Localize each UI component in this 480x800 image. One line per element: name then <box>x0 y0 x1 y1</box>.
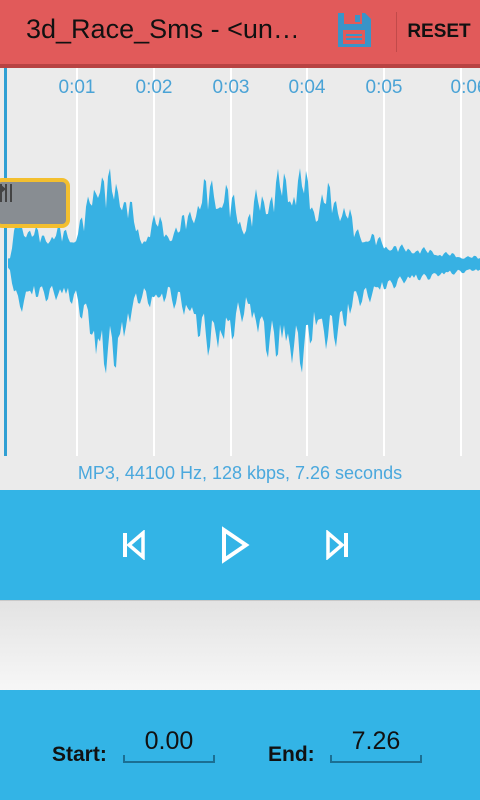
start-time-input[interactable]: 0.00 <box>123 725 215 763</box>
end-time-input[interactable]: 7.26 <box>330 725 422 763</box>
timeline-tick: 0:06 <box>450 77 480 98</box>
waveform-canvas <box>4 68 480 456</box>
waveform-shape <box>8 168 480 374</box>
reset-button[interactable]: RESET <box>398 0 480 64</box>
start-label: Start: <box>52 743 107 766</box>
waveform-view[interactable]: 0:01 0:02 0:03 0:04 0:05 0:06 <box>0 68 480 456</box>
timeline-tick: 0:03 <box>212 77 250 98</box>
previous-button[interactable] <box>104 510 164 580</box>
timeline-tick: 0:04 <box>288 77 326 98</box>
play-button[interactable] <box>205 510 265 580</box>
end-label: End: <box>268 743 315 766</box>
play-icon <box>222 526 250 564</box>
content-spacer <box>0 600 480 691</box>
timeline-tick: 0:02 <box>135 77 173 98</box>
save-button[interactable] <box>332 8 376 52</box>
action-divider <box>396 12 397 52</box>
start-marker-handle[interactable] <box>0 178 70 228</box>
next-button[interactable] <box>307 510 367 580</box>
range-panel: Start: 0.00 End: 7.26 <box>0 690 480 800</box>
playhead-line <box>4 68 7 456</box>
floppy-disk-icon <box>338 13 371 47</box>
skip-next-icon <box>326 530 348 560</box>
arrow-right-icon <box>0 184 6 194</box>
timeline-tick: 0:05 <box>365 77 403 98</box>
timeline-tick: 0:01 <box>58 77 96 98</box>
app-bar: 3d_Race_Sms - <un… RESET <box>0 0 480 68</box>
skip-previous-icon <box>123 530 145 560</box>
playback-controls <box>0 490 480 600</box>
file-info: MP3, 44100 Hz, 128 kbps, 7.26 seconds <box>0 456 480 490</box>
file-title: 3d_Race_Sms - <un… <box>26 14 296 44</box>
